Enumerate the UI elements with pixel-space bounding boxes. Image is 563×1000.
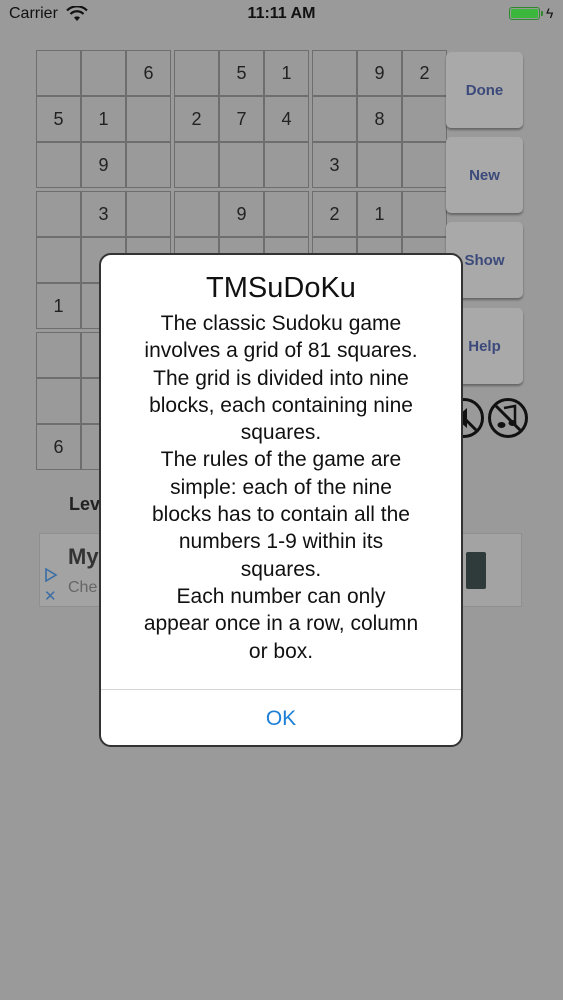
sudoku-cell[interactable] (36, 378, 81, 424)
ad-cta-button[interactable] (466, 552, 486, 589)
sudoku-cell[interactable]: 5 (219, 50, 264, 96)
battery-icon (509, 7, 543, 20)
sudoku-cell[interactable]: 1 (357, 191, 402, 237)
ok-button[interactable]: OK (101, 690, 461, 745)
sudoku-cell[interactable] (36, 237, 81, 283)
sudoku-cell[interactable] (312, 50, 357, 96)
sudoku-cell[interactable]: 2 (312, 191, 357, 237)
status-time: 11:11 AM (247, 5, 316, 22)
charging-bolt-icon: ϟ (546, 5, 554, 21)
sudoku-cell[interactable] (126, 96, 171, 142)
sudoku-cell[interactable] (402, 191, 447, 237)
sudoku-cell[interactable]: 7 (219, 96, 264, 142)
sudoku-cell[interactable]: 6 (36, 424, 81, 470)
sudoku-cell[interactable]: 9 (219, 191, 264, 237)
sudoku-cell[interactable]: 9 (81, 142, 126, 188)
alert-message: The classic Sudoku game involves a grid … (143, 312, 419, 663)
sudoku-cell[interactable] (264, 142, 309, 188)
sudoku-cell[interactable] (36, 191, 81, 237)
sudoku-cell[interactable]: 1 (264, 50, 309, 96)
ad-subtitle: Che (68, 579, 98, 596)
sudoku-cell[interactable] (312, 96, 357, 142)
sudoku-cell[interactable] (174, 50, 219, 96)
sudoku-cell[interactable]: 1 (36, 283, 81, 329)
sudoku-cell[interactable] (219, 142, 264, 188)
music-off-icon[interactable] (487, 397, 529, 439)
sudoku-cell[interactable]: 6 (126, 50, 171, 96)
new-button[interactable]: New (446, 137, 523, 213)
sudoku-cell[interactable] (81, 50, 126, 96)
ad-title: My (68, 544, 99, 569)
sudoku-cell[interactable]: 8 (357, 96, 402, 142)
sudoku-cell[interactable] (264, 191, 309, 237)
sudoku-cell[interactable]: 9 (357, 50, 402, 96)
ad-close-icon[interactable]: ✕ (44, 589, 57, 604)
alert-title: TMSuDoKu (206, 272, 356, 304)
sudoku-cell[interactable]: 3 (81, 191, 126, 237)
done-button[interactable]: Done (446, 52, 523, 128)
sudoku-cell[interactable] (126, 142, 171, 188)
sudoku-cell[interactable] (174, 191, 219, 237)
sudoku-cell[interactable]: 3 (312, 142, 357, 188)
level-label: Lev (69, 494, 101, 514)
sudoku-cell[interactable] (126, 191, 171, 237)
sudoku-cell[interactable] (357, 142, 402, 188)
sudoku-cell[interactable] (174, 142, 219, 188)
ad-choices-icon[interactable] (44, 568, 58, 582)
status-bar: Carrier 11:11 AM ϟ (0, 0, 563, 30)
sudoku-cell[interactable]: 4 (264, 96, 309, 142)
sudoku-cell[interactable]: 2 (402, 50, 447, 96)
sudoku-cell[interactable]: 1 (81, 96, 126, 142)
sudoku-cell[interactable] (36, 50, 81, 96)
sudoku-cell[interactable] (402, 96, 447, 142)
alert-dialog: TMSuDoKu The classic Sudoku game involve… (99, 253, 463, 747)
sudoku-cell[interactable] (402, 142, 447, 188)
sudoku-cell[interactable]: 5 (36, 96, 81, 142)
sudoku-cell[interactable] (36, 142, 81, 188)
sudoku-cell[interactable] (36, 332, 81, 378)
sudoku-cell[interactable]: 2 (174, 96, 219, 142)
